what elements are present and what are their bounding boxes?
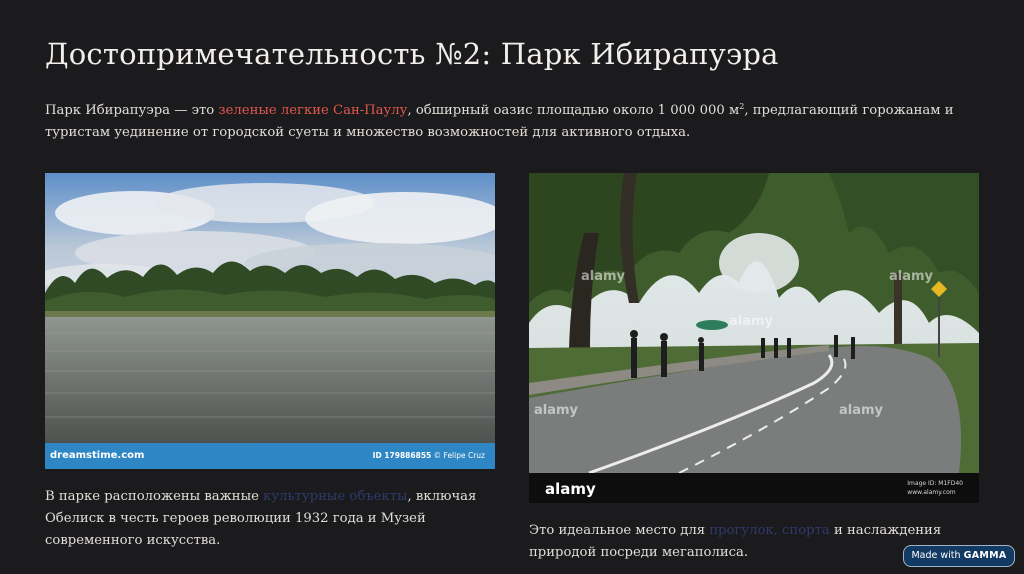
dreamstime-logo: dreamstime.com (50, 450, 145, 461)
lake-illustration (45, 173, 495, 443)
alamy-watermark-5: alamy (839, 403, 884, 418)
alamy-watermark-1: alamy (581, 269, 626, 284)
intro-paragraph: Парк Ибирапуэра — это зеленые легкие Сан… (45, 100, 985, 144)
caption-left-text-1: В парке расположены важные (45, 489, 264, 504)
intro-text-1: Парк Ибирапуэра — это (45, 103, 219, 118)
intro-highlight: зеленые легкие Сан-Паулу (218, 103, 408, 118)
park-road-photo: alamy alamy alamy alamy alamy alamy Imag… (529, 173, 979, 503)
dreamstime-id: ID 179886855 © Felipe Cruz (372, 451, 485, 460)
alamy-watermark-4: alamy (534, 403, 579, 418)
alamy-watermark-2: alamy (729, 314, 774, 329)
alamy-site: www.alamy.com (907, 489, 956, 496)
badge-brand: GAMMA (963, 550, 1007, 561)
road-illustration (529, 173, 979, 475)
alamy-image-id: Image ID: M1FD40 (907, 480, 963, 487)
badge-prefix: Made with (911, 550, 961, 561)
made-with-gamma-badge[interactable]: Made with GAMMA (903, 545, 1015, 567)
caption-left-highlight: культурные объекты (263, 489, 408, 504)
slide-title: Достопримечательность №2: Парк Ибирапуэр… (45, 37, 779, 71)
lake-photo: dreamstime.com ID 179886855 © Felipe Cru… (45, 173, 495, 469)
caption-right-highlight: прогулок, спорта (709, 523, 830, 538)
caption-left: В парке расположены важные культурные об… (45, 486, 485, 552)
caption-right-text-1: Это идеальное место для (529, 523, 710, 538)
alamy-watermark-3: alamy (889, 269, 934, 284)
dreamstime-bar: dreamstime.com ID 179886855 © Felipe Cru… (45, 443, 495, 469)
alamy-info: Image ID: M1FD40 www.alamy.com (907, 479, 963, 497)
alamy-logo: alamy (545, 480, 596, 498)
alamy-bar: alamy Image ID: M1FD40 www.alamy.com (529, 473, 979, 503)
intro-text-2: , обширный оазис площадью около 1 000 00… (407, 103, 740, 118)
